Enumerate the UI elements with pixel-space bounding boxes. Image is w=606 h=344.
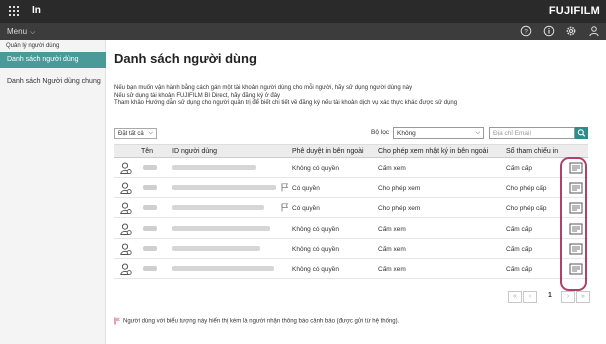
user-icon[interactable]	[588, 25, 600, 37]
user-avatar-icon	[120, 182, 132, 195]
chevron-down-icon: ⌵	[30, 29, 36, 36]
email-search-input[interactable]: Địa chỉ Email	[489, 127, 575, 139]
select-all-label: Đặt tất cả	[118, 131, 144, 137]
reference-cell: Cấm cấp	[506, 225, 533, 233]
log-view-cell: Cấm xem	[378, 165, 406, 172]
description-line: Tham khảo Hướng dẫn sử dụng cho người qu…	[114, 100, 458, 106]
redacted-name	[143, 225, 157, 231]
reference-cell: Cho phép cấp	[506, 205, 547, 213]
user-avatar-icon	[120, 223, 132, 235]
approval-cell: Không có quyền	[292, 225, 339, 233]
redacted-name	[143, 266, 157, 271]
table-row[interactable]: Không có quyền Cấm xem Cấm cấp	[114, 219, 588, 239]
chevron-down-icon: ⌵	[475, 130, 480, 136]
user-avatar-icon	[120, 202, 132, 215]
reference-cell: Cấm cấp	[506, 165, 533, 172]
redacted-name	[143, 165, 157, 170]
current-page-number: 1	[548, 292, 552, 299]
app-title: In	[32, 5, 41, 16]
app-grid-icon[interactable]	[9, 6, 20, 17]
column-log-view[interactable]: Cho phép xem nhật ký in bên ngoài	[378, 148, 488, 155]
first-page-button[interactable]: «	[508, 291, 522, 303]
description-line: Nếu bạn muốn vận hành bằng cách gán một …	[114, 85, 413, 91]
footnote: Người dùng với biểu tượng này hiển thị k…	[114, 317, 399, 325]
chevron-down-icon: ⌵	[148, 130, 153, 136]
sidebar-section-title: Quản lý người dùng	[6, 43, 60, 49]
redacted-name	[143, 245, 157, 251]
select-all-dropdown[interactable]: Đặt tất cả ⌵	[114, 128, 157, 139]
redacted-user-id	[172, 165, 256, 170]
redacted-name	[143, 205, 157, 211]
redacted-user-id	[172, 185, 276, 191]
redacted-user-id	[172, 266, 274, 271]
log-view-cell: Cấm xem	[378, 245, 406, 253]
sidebar-item-user-list[interactable]: Danh sách người dùng	[0, 52, 106, 68]
svg-text:?: ?	[524, 28, 528, 35]
prev-page-button[interactable]: ‹	[523, 291, 537, 303]
reference-cell: Cấm cấp	[506, 266, 533, 273]
approval-cell: Không có quyền	[292, 245, 339, 253]
last-page-button[interactable]: »	[576, 291, 590, 303]
settings-icon[interactable]	[565, 25, 577, 37]
approval-cell: Có quyền	[292, 205, 320, 213]
log-view-cell: Cho phép xem	[378, 185, 421, 193]
reference-cell: Cho phép cấp	[506, 185, 547, 193]
user-avatar-icon	[120, 243, 132, 255]
flag-icon	[281, 203, 289, 212]
approval-cell: Có quyền	[292, 185, 320, 193]
description-line: Nếu sử dụng tài khoản FUJIFILM BI Direct…	[114, 92, 281, 99]
filter-select[interactable]: Không ⌵	[393, 127, 484, 139]
user-avatar-icon	[120, 162, 132, 175]
help-icon[interactable]: ?	[520, 25, 532, 37]
column-user-id[interactable]: ID người dùng	[172, 148, 217, 155]
approval-cell: Không có quyền	[292, 266, 339, 273]
menu-bar: Menu ⌵ ?	[0, 23, 606, 40]
table-row[interactable]: Có quyền Cho phép xem Cho phép cấp	[114, 198, 588, 219]
redacted-user-id	[172, 225, 270, 231]
column-print-reference[interactable]: Sổ tham chiếu in	[506, 148, 558, 155]
search-button[interactable]	[575, 127, 588, 139]
menu-label: Menu	[7, 27, 28, 36]
table-row[interactable]: Không có quyền Cấm xem Cấm cấp	[114, 158, 588, 178]
filter-label: Bộ lọc	[371, 129, 390, 136]
redacted-user-id	[172, 205, 264, 211]
flag-icon	[281, 183, 289, 192]
footnote-text: Người dùng với biểu tượng này hiển thị k…	[123, 318, 400, 325]
menu-button[interactable]: Menu ⌵	[7, 27, 35, 37]
flag-icon	[114, 317, 120, 325]
column-name[interactable]: Tên	[141, 148, 153, 155]
filter-value: Không	[397, 130, 416, 137]
log-view-cell: Cấm xem	[378, 266, 406, 273]
table-row[interactable]: Có quyền Cho phép xem Cho phép cấp	[114, 178, 588, 199]
sidebar-item-shared-user-list[interactable]: Danh sách Người dùng chung	[7, 78, 101, 85]
column-external-approval[interactable]: Phê duyệt in bên ngoài	[292, 148, 364, 155]
page-title: Danh sách người dùng	[114, 51, 257, 66]
sidebar: Quản lý người dùng Danh sách người dùng …	[0, 40, 106, 344]
top-bar: In FUJIFILM	[0, 0, 606, 23]
table-header: Tên ID người dùng Phê duyệt in bên ngoài…	[114, 144, 588, 158]
log-view-cell: Cấm xem	[378, 225, 406, 233]
reference-cell: Cấm cấp	[506, 245, 533, 253]
fujifilm-logo: FUJIFILM	[548, 5, 600, 17]
approval-cell: Không có quyền	[292, 165, 339, 172]
user-avatar-icon	[120, 263, 132, 276]
print-reference-highlight	[560, 157, 587, 291]
next-page-button[interactable]: ›	[561, 291, 575, 303]
table-row[interactable]: Không có quyền Cấm xem Cấm cấp	[114, 239, 588, 259]
page-description: Nếu bạn muốn vận hành bằng cách gán một …	[114, 85, 584, 108]
table-row[interactable]: Không có quyền Cấm xem Cấm cấp	[114, 259, 588, 279]
info-icon[interactable]	[543, 25, 555, 37]
redacted-user-id	[172, 245, 260, 251]
redacted-name	[143, 185, 157, 191]
log-view-cell: Cho phép xem	[378, 205, 421, 213]
